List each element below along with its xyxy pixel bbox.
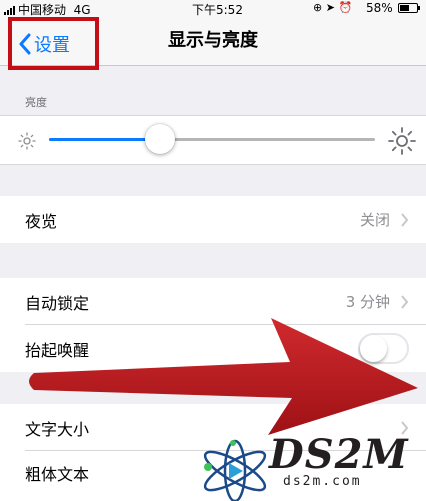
auto-lock-row[interactable]: 自动锁定 3 分钟 [0, 278, 426, 325]
network-type: 4G [73, 3, 91, 17]
night-shift-label: 夜览 [25, 211, 58, 231]
raise-to-wake-row: 抬起唤醒 [0, 325, 426, 372]
text-size-label: 文字大小 [25, 419, 90, 439]
auto-lock-label: 自动锁定 [25, 293, 90, 313]
bold-text-label: 粗体文本 [25, 465, 90, 484]
battery-fill [400, 5, 409, 11]
chevron-right-icon [401, 294, 409, 309]
status-icons: ⊕ ➤ ⏰ [313, 1, 352, 14]
battery-percent: 58% [366, 1, 393, 15]
back-button-label: 设置 [34, 34, 70, 56]
sun-small-icon [18, 132, 36, 150]
night-shift-value: 关闭 [359, 211, 390, 229]
watermark: DS2M ds2m.com [195, 431, 426, 501]
location-icon: ➤ [325, 1, 335, 14]
carrier-label: 中国移动 [18, 3, 67, 17]
watermark-domain: ds2m.com [283, 474, 362, 489]
brightness-slider[interactable] [49, 124, 375, 154]
auto-lock-value: 3 分钟 [345, 293, 390, 311]
watermark-brand: DS2M [269, 431, 409, 478]
chevron-right-icon [401, 212, 409, 227]
navigation-bar: 显示与亮度 设置 [0, 16, 426, 70]
raise-to-wake-label: 抬起唤醒 [25, 340, 90, 360]
atom-logo-icon [203, 439, 267, 501]
chevron-left-icon [19, 33, 31, 54]
brightness-slider-fill [49, 138, 160, 141]
brightness-section-header: 亮度 [25, 96, 47, 109]
toggle-knob [360, 335, 387, 362]
brightness-slider-thumb[interactable] [144, 124, 175, 154]
alarm-icon: ⏰ [338, 1, 353, 14]
signal-strength-icon [4, 1, 16, 15]
orientation-lock-icon: ⊕ [313, 1, 323, 14]
back-button[interactable]: 设置 [8, 17, 99, 70]
sun-large-icon [388, 127, 416, 155]
night-shift-row[interactable]: 夜览 关闭 [0, 196, 426, 243]
battery-icon [398, 3, 420, 13]
status-bar: 中国移动 4G 下午5:52 ⊕ ➤ ⏰ 58% [0, 0, 426, 17]
raise-to-wake-toggle[interactable] [358, 333, 409, 364]
brightness-row [0, 115, 426, 165]
